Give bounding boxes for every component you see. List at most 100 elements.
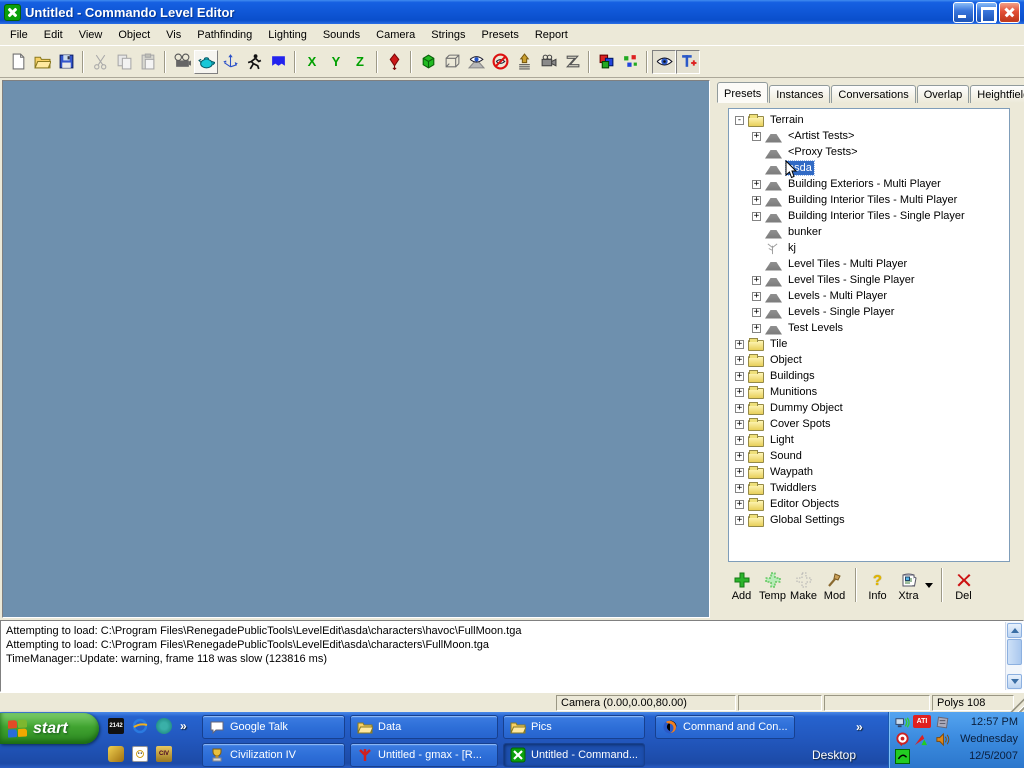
tab-conversations[interactable]: Conversations (831, 85, 915, 103)
tab-instances[interactable]: Instances (769, 85, 830, 103)
cat-app-icon[interactable] (108, 746, 124, 762)
taskbar-overflow-icon[interactable]: » (856, 720, 863, 734)
tree-item[interactable]: +<Artist Tests> (729, 128, 1009, 144)
tree-item[interactable]: +Test Levels (729, 320, 1009, 336)
movie-camera-icon[interactable] (170, 50, 194, 74)
tree-item[interactable]: +Object (729, 352, 1009, 368)
desktop-label[interactable]: Desktop (812, 748, 856, 762)
tab-overlap[interactable]: Overlap (917, 85, 970, 103)
tree-expander-icon[interactable]: + (735, 516, 744, 525)
signal-icon[interactable] (895, 749, 910, 764)
tree-expander-icon[interactable]: + (752, 132, 761, 141)
civilization-icon[interactable]: CIV (156, 746, 172, 762)
menu-report[interactable]: Report (527, 26, 576, 44)
visibility-eye-icon[interactable] (652, 50, 676, 74)
tab-heightfield[interactable]: Heightfield (970, 85, 1024, 103)
menu-sounds[interactable]: Sounds (315, 26, 368, 44)
log-scrollbar[interactable] (1005, 622, 1022, 690)
menu-file[interactable]: File (2, 26, 36, 44)
maximize-button[interactable] (976, 2, 997, 23)
tree-item[interactable]: +asda (729, 160, 1009, 176)
backface-eye-icon[interactable] (464, 50, 488, 74)
pidgin-icon[interactable] (895, 732, 910, 747)
axis-y-icon[interactable]: Y (324, 50, 348, 74)
tree-item[interactable]: +bunker (729, 224, 1009, 240)
axis-gizmo-icon[interactable] (218, 50, 242, 74)
xtra-dropdown-arrow[interactable] (925, 583, 933, 588)
bf2142-icon[interactable]: 2142 (108, 718, 124, 734)
camera-icon[interactable] (536, 50, 560, 74)
menu-presets[interactable]: Presets (474, 26, 527, 44)
tree-item[interactable]: +Building Interior Tiles - Multi Player (729, 192, 1009, 208)
menu-edit[interactable]: Edit (36, 26, 71, 44)
group-cubes-icon[interactable] (594, 50, 618, 74)
ati-icon[interactable]: ATI (913, 715, 931, 728)
scroll-thumb[interactable] (1007, 639, 1022, 665)
tree-expander-icon[interactable]: + (735, 468, 744, 477)
waypoint-flag-icon[interactable] (266, 50, 290, 74)
menu-strings[interactable]: Strings (423, 26, 473, 44)
task-civilization-iv[interactable]: Civilization IV (202, 743, 345, 767)
tree-expander-icon[interactable]: + (752, 276, 761, 285)
running-man-icon[interactable] (242, 50, 266, 74)
task-data[interactable]: Data (350, 715, 498, 739)
new-document-icon[interactable] (6, 50, 30, 74)
tree-expander-icon[interactable]: + (752, 292, 761, 301)
tree-expander-icon[interactable]: + (735, 340, 744, 349)
save-icon[interactable] (54, 50, 78, 74)
tree-item[interactable]: +Sound (729, 448, 1009, 464)
tree-expander-icon[interactable]: + (735, 436, 744, 445)
title-bar[interactable]: Untitled - Commando Level Editor (0, 0, 1024, 24)
temp-button[interactable]: Temp (757, 570, 788, 602)
ati-arrow-icon[interactable] (913, 732, 928, 747)
text-tool-icon[interactable] (676, 50, 700, 74)
tree-expander-icon[interactable]: + (735, 388, 744, 397)
output-log[interactable]: Attempting to load: C:\Program Files\Ren… (0, 620, 1024, 692)
menu-vis[interactable]: Vis (158, 26, 189, 44)
axis-x-icon[interactable]: X (300, 50, 324, 74)
internet-explorer-icon[interactable] (132, 718, 148, 734)
network-icon[interactable] (895, 715, 910, 730)
tree-expander-icon[interactable]: + (735, 420, 744, 429)
menu-camera[interactable]: Camera (368, 26, 423, 44)
menu-view[interactable]: View (71, 26, 111, 44)
3d-viewport[interactable] (2, 80, 710, 618)
del-button[interactable]: Del (948, 570, 979, 602)
tree-expander-icon[interactable]: + (752, 308, 761, 317)
raise-terrain-icon[interactable] (512, 50, 536, 74)
z-polygon-icon[interactable] (560, 50, 584, 74)
tree-item[interactable]: +Global Settings (729, 512, 1009, 528)
task-pics[interactable]: Pics (503, 715, 645, 739)
tree-item[interactable]: +Buildings (729, 368, 1009, 384)
tree-expander-icon[interactable]: + (735, 372, 744, 381)
task-command-and-conquer[interactable]: Command and Con... (655, 715, 795, 739)
tree-expander-icon[interactable]: + (735, 404, 744, 413)
scroll-up-icon[interactable] (1007, 623, 1022, 638)
tree-item[interactable]: +<Proxy Tests> (729, 144, 1009, 160)
tree-item[interactable]: +Building Exteriors - Multi Player (729, 176, 1009, 192)
menu-lighting[interactable]: Lighting (260, 26, 315, 44)
tree-item[interactable]: -Terrain (729, 112, 1009, 128)
task-commando-editor[interactable]: Untitled - Command... (503, 743, 645, 767)
tree-expander-icon[interactable]: + (735, 484, 744, 493)
tree-expander-icon[interactable]: + (735, 500, 744, 509)
start-button[interactable]: start (0, 713, 99, 744)
info-button[interactable]: ? Info (862, 570, 893, 602)
mod-button[interactable]: Mod (819, 570, 850, 602)
quick-launch-overflow-icon[interactable]: » (180, 719, 187, 733)
menu-object[interactable]: Object (110, 26, 158, 44)
tree-expander-icon[interactable]: + (752, 324, 761, 333)
tree-item[interactable]: +Levels - Multi Player (729, 288, 1009, 304)
open-folder-icon[interactable] (30, 50, 54, 74)
tree-item[interactable]: +Building Interior Tiles - Single Player (729, 208, 1009, 224)
tree-expander-icon[interactable]: - (735, 116, 744, 125)
tree-expander-icon[interactable]: + (752, 180, 761, 189)
solid-cube-icon[interactable] (416, 50, 440, 74)
spinner-top-icon[interactable] (382, 50, 406, 74)
wire-cube-icon[interactable] (440, 50, 464, 74)
tree-expander-icon[interactable]: + (735, 356, 744, 365)
axis-z-icon[interactable]: Z (348, 50, 372, 74)
menu-pathfinding[interactable]: Pathfinding (189, 26, 260, 44)
scatter-cubes-icon[interactable] (618, 50, 642, 74)
tree-item[interactable]: +Munitions (729, 384, 1009, 400)
